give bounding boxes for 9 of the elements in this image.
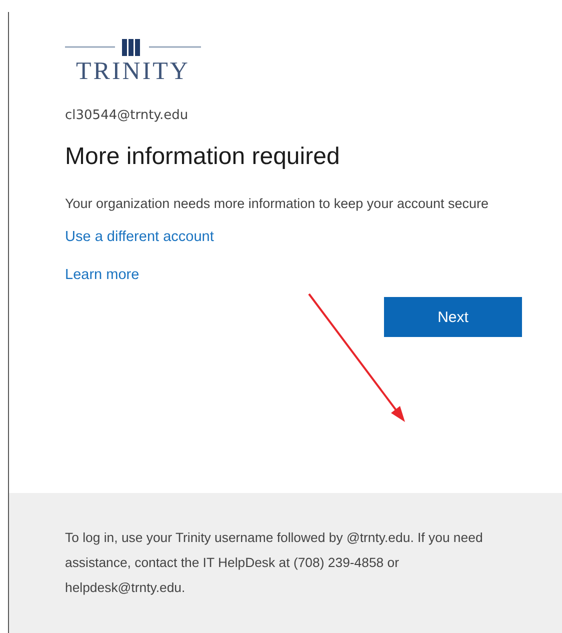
- text-link[interactable]: Learn more: [65, 267, 140, 283]
- page-title: More information required: [65, 143, 341, 171]
- help-text: To log in, use your Trinity username followed by @trnty.edu. If you need assistance, contact the IT HelpDesk at (708) 239-4858 or helpdesk@trnty.edu.: [65, 529, 484, 597]
- logo-wordmark: TRINITY: [76, 58, 190, 86]
- account-email: cl30544@trnty.edu: [65, 108, 190, 123]
- logo-mark-icon: [65, 38, 201, 56]
- info-message: Your organization needs more information to keep your account secure: [65, 195, 490, 213]
- next-button[interactable]: Next: [384, 297, 522, 337]
- text-link[interactable]: Use a different account: [65, 229, 214, 245]
